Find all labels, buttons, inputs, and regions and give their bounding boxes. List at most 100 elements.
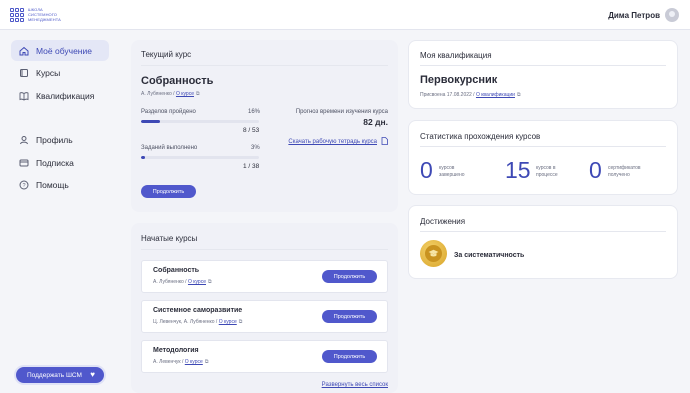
in-progress-caption: курсов в процессе [536, 165, 558, 178]
course-title: Собранность [141, 75, 214, 87]
sections-count: 8 / 53 [243, 127, 260, 134]
qualification-name: Первокурсник [420, 74, 498, 86]
author-text: А. Лубяненко / [141, 91, 175, 97]
about-course-link[interactable]: О курсе [185, 359, 203, 365]
document-icon [381, 137, 388, 147]
achievement-label: За систематичность [454, 252, 525, 259]
card-icon [19, 158, 29, 168]
forecast-label: Прогноз времени изучения курса [295, 109, 388, 115]
tasks-percent: 3% [251, 145, 260, 151]
user-menu[interactable]: Дима Петров [608, 8, 679, 22]
course-title: Методология [153, 347, 199, 354]
tasks-label: Заданий выполнено [141, 145, 198, 151]
completed-count: 0 [420, 157, 433, 183]
download-label: Скачать рабочую тетрадь курса [288, 139, 377, 145]
medal-icon[interactable] [420, 240, 447, 267]
continue-button[interactable]: Продолжить [322, 270, 377, 283]
author-text: Ц. Левенчук, А. Лубяненко / [153, 319, 218, 325]
sidebar-item-profile[interactable]: Профиль [11, 130, 109, 151]
course-authors: А. Лубяненко / О курсе ⧉ [141, 91, 200, 97]
external-link-icon: ⧉ [238, 319, 243, 325]
book-open-icon [19, 91, 29, 101]
home-icon [19, 46, 29, 56]
sidebar-item-label: Подписка [36, 157, 74, 168]
divider [420, 231, 666, 232]
sidebar-item-qualification[interactable]: Квалификация [11, 85, 109, 106]
started-courses-card: Начатые курсы Собранность А. Лубяненко /… [131, 223, 398, 393]
svg-text:?: ? [22, 183, 25, 189]
sidebar-item-label: Курсы [36, 68, 61, 78]
sections-label: Разделов пройдено [141, 109, 196, 115]
divider [420, 146, 666, 147]
list-item: Системное саморазвитие Ц. Левенчук, А. Л… [141, 300, 388, 333]
book-icon [19, 68, 29, 78]
section-title: Начатые курсы [141, 234, 198, 243]
divider [141, 65, 388, 66]
course-title: Системное саморазвитие [153, 307, 243, 314]
sidebar: Моё обучение Курсы Квалификация Профиль … [11, 40, 109, 197]
tasks-count: 1 / 38 [243, 163, 260, 170]
sidebar-item-label: Квалификация [36, 90, 95, 101]
top-bar: Школа системного менеджмента Дима Петров [0, 0, 690, 30]
stats-card: Статистика прохождения курсов 0 курсов з… [408, 120, 678, 195]
help-icon: ? [19, 180, 29, 190]
about-qualification-link[interactable]: О квалификации [476, 92, 515, 98]
course-title: Собранность [153, 267, 200, 274]
assigned-text: Присвоена 17.08.2022 / [420, 92, 475, 98]
sidebar-item-label: Моё обучение [36, 45, 92, 56]
user-name[interactable]: Дима Петров [608, 11, 660, 20]
about-course-link[interactable]: О курсе [188, 279, 206, 285]
expand-list-link[interactable]: Развернуть весь список [322, 382, 388, 388]
avatar[interactable] [665, 8, 679, 22]
sections-progress-bar [141, 120, 259, 123]
section-title: Достижения [420, 217, 466, 226]
sidebar-item-label: Профиль [36, 135, 73, 145]
sections-percent: 16% [248, 109, 261, 115]
logo-text: Школа системного менеджмента [28, 7, 61, 22]
author-text: А. Лубяненко / [153, 279, 187, 285]
sections-progress-fill [141, 120, 160, 123]
heart-icon: ♥ [90, 370, 95, 379]
qualification-card: Моя квалификация Первокурсник Присвоена … [408, 40, 678, 109]
author-text: А. Левенчук / [153, 359, 184, 365]
sidebar-item-courses[interactable]: Курсы [11, 63, 109, 84]
list-item: Методология А. Левенчук / О курсе ⧉ Продо… [141, 340, 388, 373]
divider [420, 65, 666, 66]
course-authors: А. Лубяненко / О курсе ⧉ [153, 279, 212, 285]
external-link-icon: ⧉ [204, 359, 209, 365]
about-course-link[interactable]: О курсе [219, 319, 237, 325]
tasks-progress-fill [141, 156, 145, 159]
achievements-card: Достижения За систематичность [408, 205, 678, 279]
continue-button[interactable]: Продолжить [322, 310, 377, 323]
logo[interactable]: Школа системного менеджмента [10, 7, 68, 22]
external-link-icon: ⧉ [196, 91, 200, 97]
sidebar-item-subscription[interactable]: Подписка [11, 152, 109, 173]
certificates-count: 0 [589, 157, 602, 183]
certificates-caption: сертификатов получено [608, 165, 641, 178]
support-button[interactable]: Поддержать ШСМ ♥ [16, 367, 104, 383]
section-title: Текущий курс [141, 50, 192, 59]
section-title: Статистика прохождения курсов [420, 132, 541, 141]
download-workbook-link[interactable]: Скачать рабочую тетрадь курса [288, 137, 388, 147]
graduation-cap-icon [425, 245, 442, 262]
qualification-assigned: Присвоена 17.08.2022 / О квалификации ⧉ [420, 92, 521, 98]
forecast-value: 82 дн. [363, 117, 388, 127]
course-authors: А. Левенчук / О курсе ⧉ [153, 359, 208, 365]
logo-icon [10, 7, 24, 22]
sidebar-item-help[interactable]: ? Помощь [11, 175, 109, 196]
section-title: Моя квалификация [420, 51, 492, 60]
sidebar-item-label: Помощь [36, 180, 69, 190]
completed-caption: курсов завершено [439, 165, 465, 178]
about-course-link[interactable]: О курсе [176, 91, 194, 97]
tasks-progress-bar [141, 156, 259, 159]
divider [141, 249, 388, 250]
continue-button[interactable]: Продолжить [141, 185, 196, 198]
user-icon [19, 135, 29, 145]
sidebar-item-my-learning[interactable]: Моё обучение [11, 40, 109, 61]
in-progress-count: 15 [505, 157, 531, 183]
external-link-icon: ⧉ [516, 92, 521, 98]
external-link-icon: ⧉ [208, 279, 212, 285]
continue-button[interactable]: Продолжить [322, 350, 377, 363]
current-course-card: Текущий курс Собранность А. Лубяненко / … [131, 40, 398, 212]
list-item: Собранность А. Лубяненко / О курсе ⧉ Прод… [141, 260, 388, 293]
